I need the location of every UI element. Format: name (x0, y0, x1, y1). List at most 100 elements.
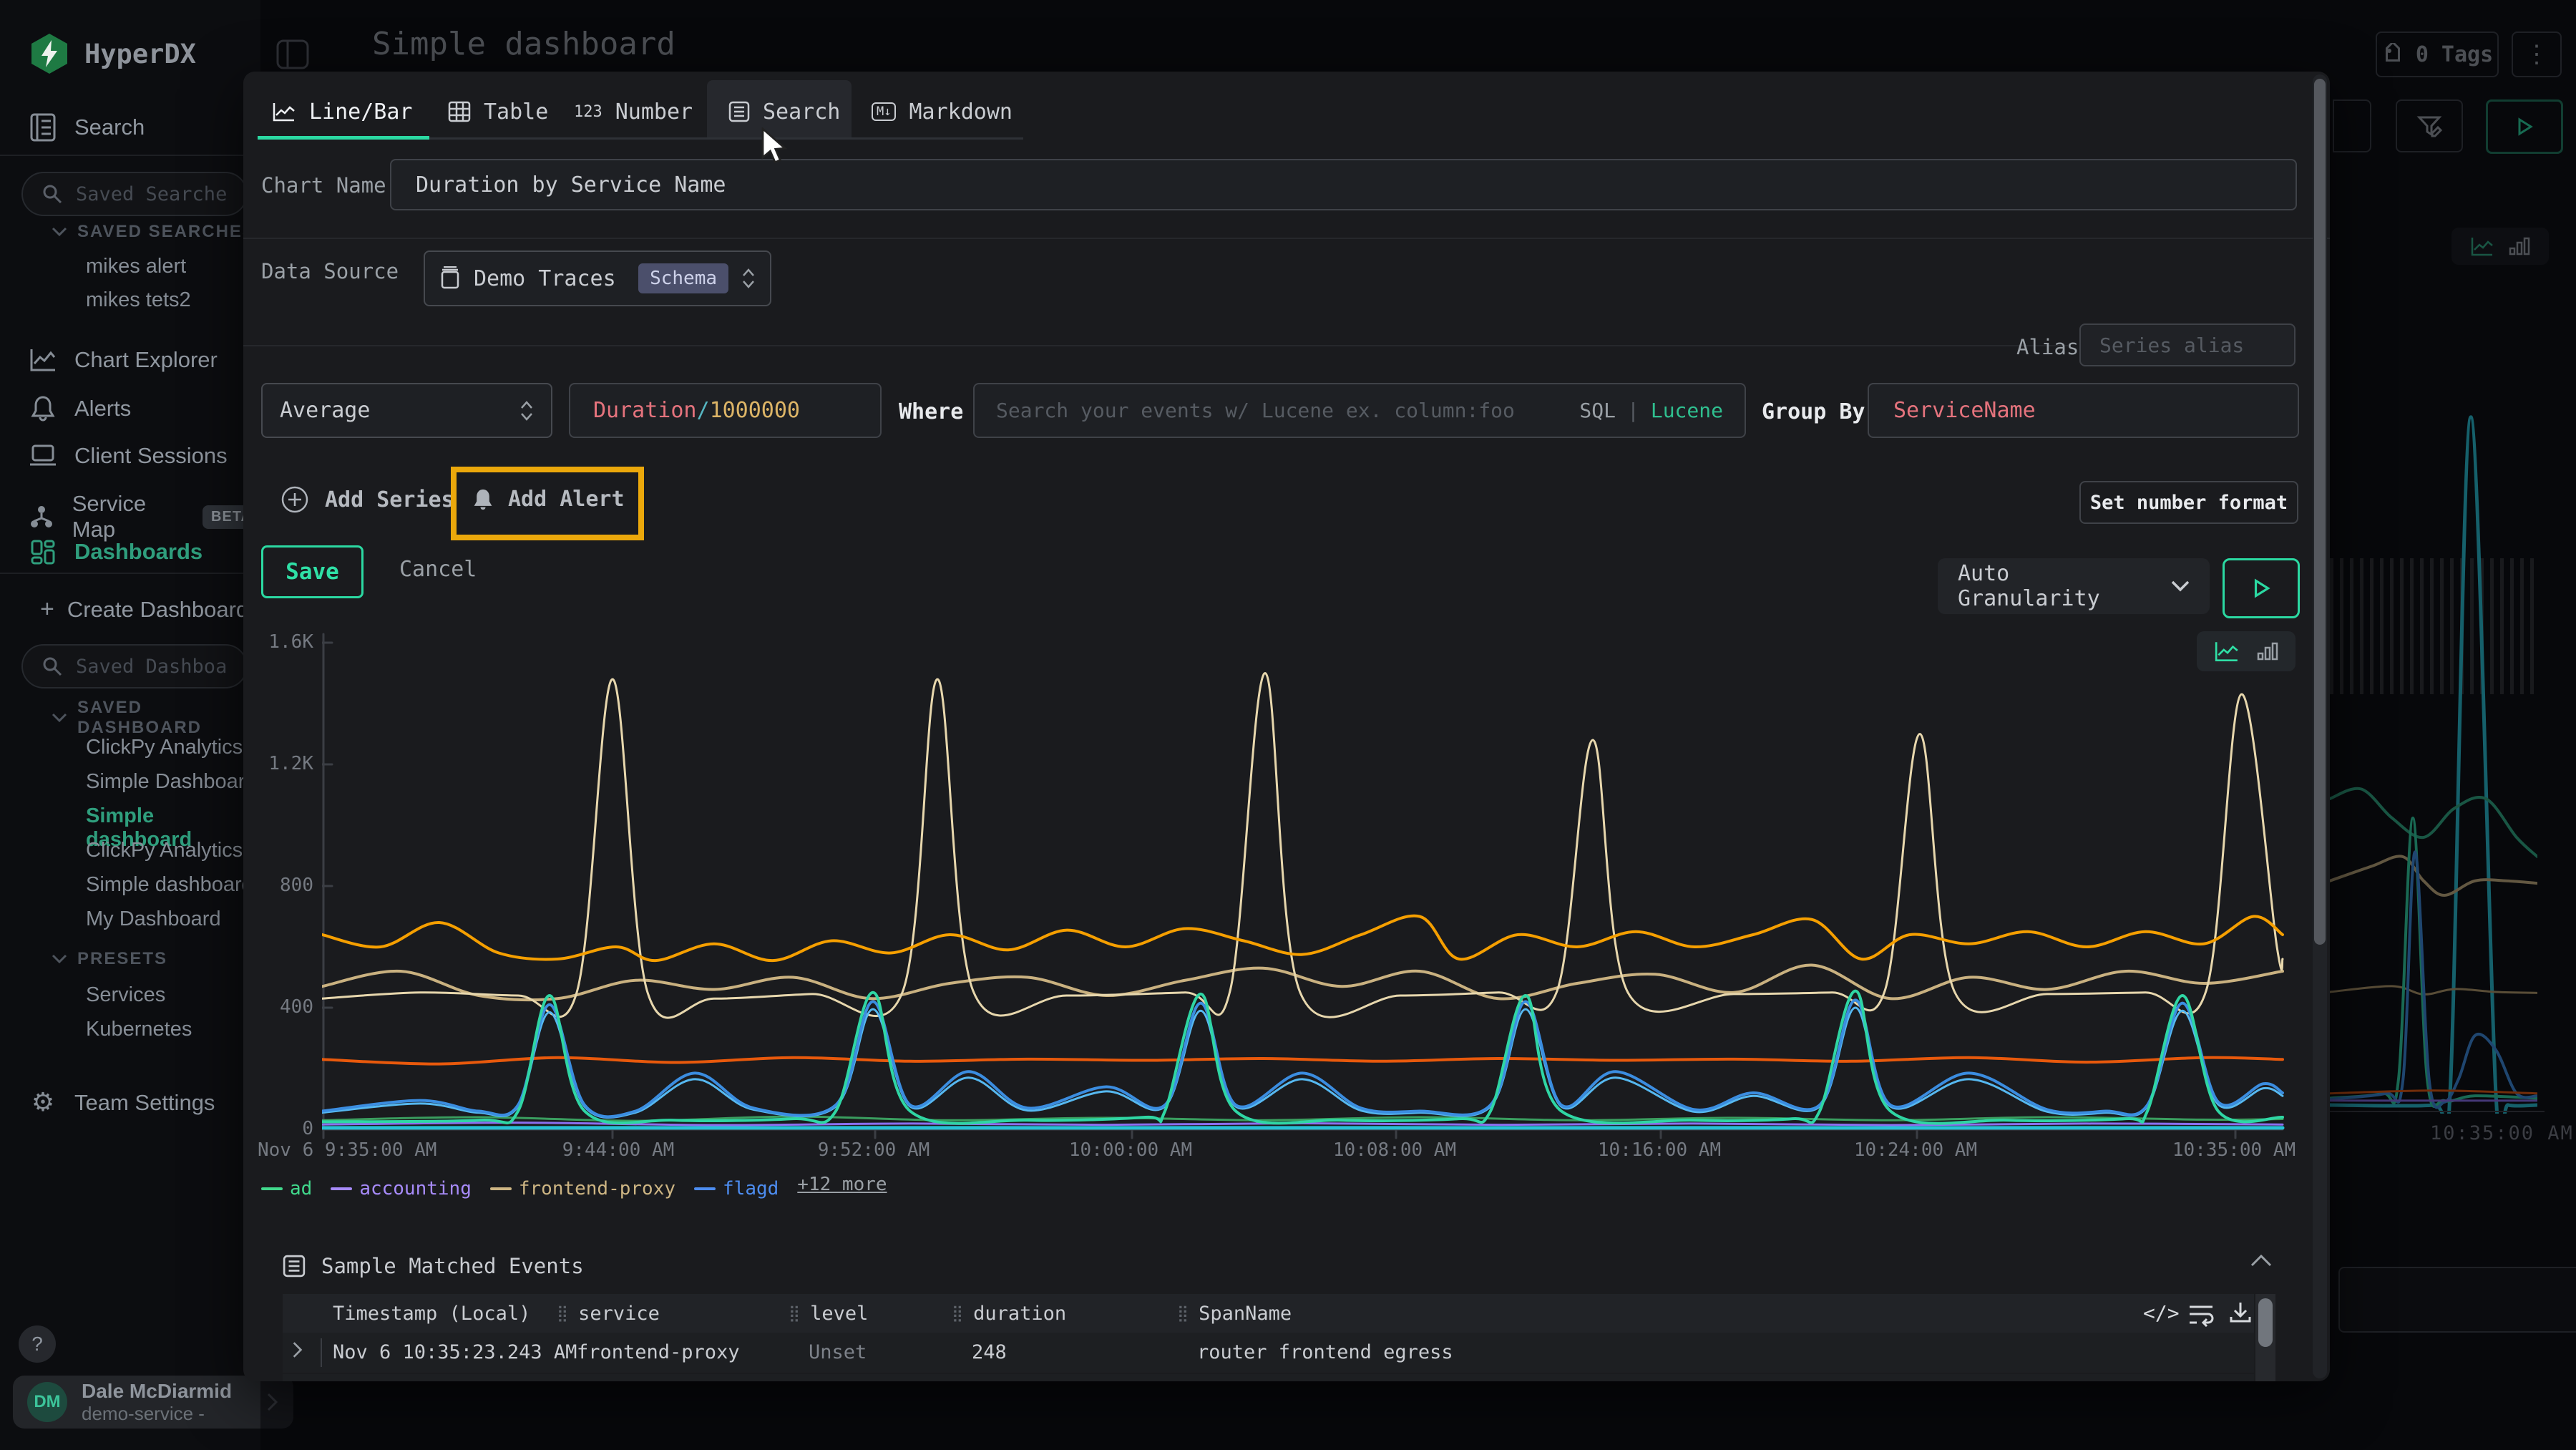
save-button[interactable]: Save (261, 545, 364, 598)
sidebar-item-team-settings[interactable]: ⚙ Team Settings (29, 1088, 215, 1117)
legend-item[interactable]: frontend-proxy (490, 1178, 675, 1200)
drag-handle-icon[interactable]: ⣿ (952, 1305, 963, 1323)
download-icon[interactable] (2227, 1300, 2254, 1327)
create-dashboard-button[interactable]: + Create Dashboard (40, 595, 248, 623)
tab-table[interactable]: Table (448, 86, 548, 137)
divider (243, 345, 2068, 346)
service-map-icon (29, 504, 55, 530)
aggregation-value: Average (280, 398, 370, 423)
granularity-select[interactable]: Auto Granularity (1938, 558, 2210, 614)
duration-chart[interactable] (322, 627, 2285, 1147)
sidebar-item-chart-explorer[interactable]: Chart Explorer (29, 347, 218, 373)
expression-field: Duration (593, 398, 697, 423)
tab-label: Number (615, 99, 693, 125)
preset-item[interactable]: Kubernetes (86, 1018, 192, 1041)
tab-markdown[interactable]: M↓ Markdown (872, 86, 1013, 137)
column-header-service[interactable]: ⣿service (557, 1294, 660, 1333)
set-number-format-button[interactable]: Set number format (2079, 481, 2298, 524)
code-view-icon[interactable]: </> (2143, 1301, 2180, 1325)
tab-number[interactable]: 123 Number (574, 86, 693, 137)
row-expand-chevron[interactable] (292, 1380, 303, 1381)
y-axis-tick: 1.2K (243, 753, 313, 774)
sample-events-header[interactable]: Sample Matched Events (283, 1254, 584, 1278)
aggregation-select[interactable]: Average (261, 383, 552, 438)
saved-dashboards-section[interactable]: SAVED DASHBOARD (52, 698, 260, 738)
chart-name-input[interactable]: Duration by Service Name (390, 159, 2297, 210)
chart-explorer-icon (29, 348, 57, 372)
row-separator (321, 1338, 322, 1367)
legend-item[interactable]: flagd (694, 1178, 779, 1200)
cancel-button[interactable]: Cancel (399, 557, 477, 582)
run-chart-button[interactable] (2223, 558, 2300, 618)
saved-searches-field[interactable] (74, 183, 228, 206)
create-dashboard-label: Create Dashboard (67, 597, 248, 623)
expression-operator: / (697, 398, 710, 423)
add-series-button[interactable]: Add Series (280, 485, 454, 514)
wrap-lines-icon[interactable] (2187, 1301, 2215, 1327)
cell-level: Unset (809, 1341, 867, 1363)
saved-searches-input[interactable] (21, 172, 248, 216)
modal-scrollbar-thumb[interactable] (2314, 79, 2326, 945)
sidebar-item-client-sessions[interactable]: Client Sessions (29, 443, 228, 469)
group-by-label: Group By (1762, 399, 1865, 424)
sidebar-item-search[interactable]: Search (29, 113, 145, 142)
section-label: SAVED DASHBOARD (77, 698, 260, 738)
legend-label: frontend-proxy (519, 1178, 675, 1200)
drag-handle-icon[interactable]: ⣿ (789, 1305, 800, 1323)
chevron-down-icon (52, 713, 67, 723)
where-input[interactable]: Search your events w/ Lucene ex. column:… (973, 383, 1746, 438)
saved-dashboards-field[interactable] (74, 655, 228, 678)
legend-item[interactable]: ad (261, 1178, 312, 1200)
data-source-select[interactable]: Demo Traces Schema (424, 250, 771, 306)
chart-legend[interactable]: ad accounting frontend-proxy flagd +12 more (261, 1174, 906, 1200)
bell-icon (29, 395, 57, 422)
sidebar-item-dashboards[interactable]: Dashboards (29, 539, 203, 565)
saved-dashboards-input[interactable] (21, 644, 248, 688)
sql-toggle[interactable]: SQL (1579, 399, 1616, 422)
dashboard-list-item[interactable]: ClickPy Analytics (86, 839, 243, 862)
column-header-level[interactable]: ⣿level (789, 1294, 868, 1333)
set-number-format-label: Set number format (2090, 492, 2288, 514)
sidebar-item-service-map[interactable]: Service Map BETA (29, 491, 260, 542)
events-scrollbar-thumb[interactable] (2258, 1298, 2273, 1347)
line-chart-icon (272, 101, 296, 122)
lucene-toggle[interactable]: Lucene (1651, 399, 1723, 422)
drag-handle-icon[interactable]: ⣿ (1177, 1305, 1189, 1323)
sidebar-item-alerts[interactable]: Alerts (29, 395, 131, 422)
section-label: SAVED SEARCHES (77, 222, 255, 242)
chevron-down-icon (52, 954, 67, 964)
tab-line-bar[interactable]: Line/Bar (272, 86, 413, 137)
column-header-duration[interactable]: ⣿duration (952, 1294, 1066, 1333)
drag-handle-icon[interactable]: ⣿ (557, 1305, 568, 1323)
dashboard-list-item[interactable]: My Dashboard (86, 908, 221, 931)
help-button[interactable]: ? (19, 1325, 56, 1363)
select-chevrons-icon (519, 399, 534, 423)
alias-input[interactable]: Series alias (2079, 323, 2296, 366)
user-menu[interactable]: DM Dale McDiarmid demo-service - (13, 1376, 293, 1429)
saved-search-item[interactable]: mikes alert (86, 255, 186, 278)
dashboard-list-item[interactable]: Simple Dashboard (86, 770, 257, 794)
dashboard-list-item[interactable]: ClickPy Analytics (86, 736, 243, 759)
legend-more-link[interactable]: +12 more (797, 1174, 887, 1195)
group-by-input[interactable]: ServiceName (1868, 383, 2299, 438)
search-icon (42, 183, 63, 205)
column-header-spanname[interactable]: ⣿SpanName (1177, 1294, 1292, 1333)
collapse-chevron-icon[interactable] (2250, 1254, 2272, 1267)
legend-item[interactable]: accounting (331, 1178, 472, 1200)
saved-search-item[interactable]: mikes tets2 (86, 288, 191, 312)
add-alert-button[interactable]: Add Alert (472, 487, 625, 512)
legend-label: ad (290, 1178, 312, 1200)
chart-name-label: Chart Name (261, 173, 386, 198)
column-header-timestamp[interactable]: Timestamp (Local) (333, 1294, 530, 1333)
preset-item[interactable]: Services (86, 983, 165, 1007)
search-icon (42, 656, 63, 677)
y-axis-tick: 400 (243, 996, 313, 1018)
events-row-bg[interactable] (283, 1374, 2254, 1381)
expression-input[interactable]: Duration/1000000 (569, 383, 882, 438)
brand[interactable]: HyperDX (27, 31, 196, 76)
presets-section[interactable]: PRESETS (52, 949, 167, 969)
x-axis-tick: 9:52:00 AM (759, 1139, 988, 1161)
saved-searches-section[interactable]: SAVED SEARCHES (52, 222, 255, 242)
dashboard-list-item[interactable]: Simple dashboard (86, 873, 253, 897)
row-expand-chevron[interactable] (292, 1340, 303, 1360)
